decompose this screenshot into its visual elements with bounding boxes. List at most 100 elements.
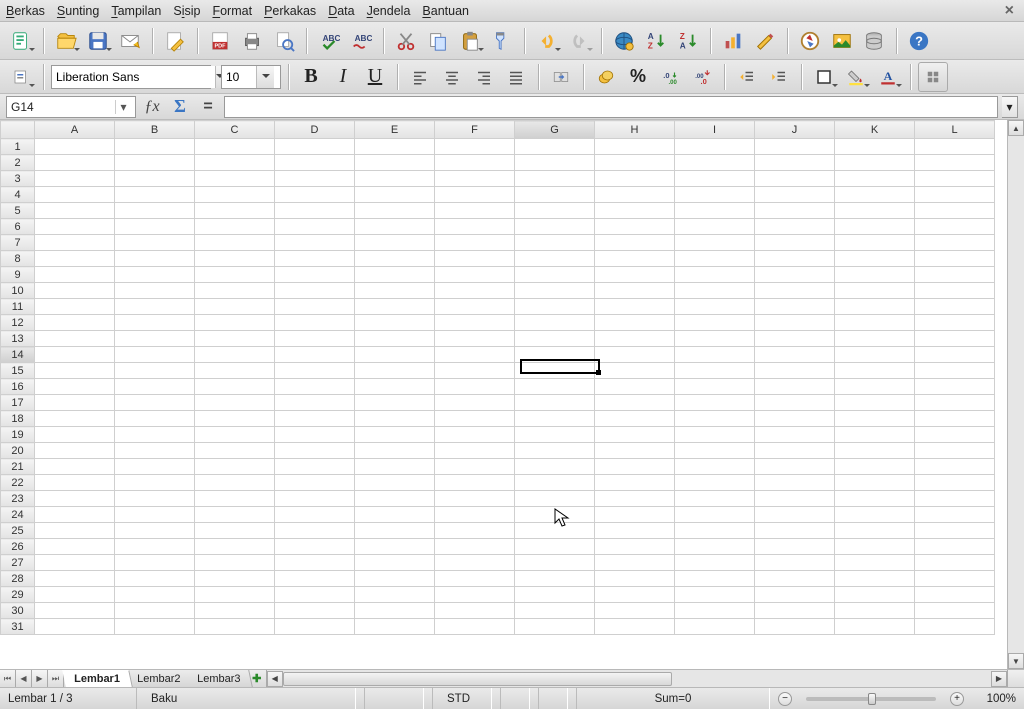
- cell[interactable]: [115, 571, 195, 587]
- cell[interactable]: [195, 507, 275, 523]
- cell[interactable]: [115, 491, 195, 507]
- zoom-slider[interactable]: [806, 697, 936, 701]
- cell[interactable]: [595, 571, 675, 587]
- cell[interactable]: [435, 363, 515, 379]
- cell[interactable]: [915, 139, 995, 155]
- cell[interactable]: [115, 299, 195, 315]
- row-header[interactable]: 8: [1, 251, 35, 267]
- cell[interactable]: [515, 155, 595, 171]
- cell[interactable]: [915, 603, 995, 619]
- cell[interactable]: [515, 619, 595, 635]
- cell[interactable]: [355, 267, 435, 283]
- zoom-slider-knob[interactable]: [868, 693, 876, 705]
- cell[interactable]: [435, 571, 515, 587]
- font-size-combo[interactable]: [221, 65, 281, 89]
- auto-spellcheck-button[interactable]: ABC: [346, 26, 376, 56]
- row-header[interactable]: 12: [1, 315, 35, 331]
- cell[interactable]: [35, 555, 115, 571]
- cell[interactable]: [595, 539, 675, 555]
- formula-expand-button[interactable]: ▾: [1002, 96, 1018, 118]
- cell[interactable]: [595, 363, 675, 379]
- cell[interactable]: [755, 155, 835, 171]
- cell[interactable]: [435, 619, 515, 635]
- cell[interactable]: [675, 315, 755, 331]
- cell[interactable]: [275, 171, 355, 187]
- cell[interactable]: [915, 219, 995, 235]
- cell[interactable]: [835, 427, 915, 443]
- cell[interactable]: [275, 155, 355, 171]
- cell[interactable]: [195, 475, 275, 491]
- cell[interactable]: [195, 555, 275, 571]
- cell[interactable]: [435, 331, 515, 347]
- menu-bantuan[interactable]: Bantuan: [422, 4, 469, 18]
- cell[interactable]: [195, 603, 275, 619]
- cell[interactable]: [195, 283, 275, 299]
- cell[interactable]: [675, 443, 755, 459]
- row-header[interactable]: 22: [1, 475, 35, 491]
- cell[interactable]: [915, 539, 995, 555]
- cell[interactable]: [515, 459, 595, 475]
- cell[interactable]: [675, 475, 755, 491]
- cell[interactable]: [755, 571, 835, 587]
- cell[interactable]: [515, 379, 595, 395]
- row-header[interactable]: 29: [1, 587, 35, 603]
- cell[interactable]: [515, 203, 595, 219]
- cell[interactable]: [35, 523, 115, 539]
- column-header[interactable]: B: [115, 121, 195, 139]
- cell[interactable]: [835, 155, 915, 171]
- underline-button[interactable]: U: [360, 62, 390, 92]
- cell[interactable]: [755, 427, 835, 443]
- cell[interactable]: [755, 299, 835, 315]
- cell[interactable]: [275, 347, 355, 363]
- cell[interactable]: [675, 459, 755, 475]
- cell[interactable]: [355, 507, 435, 523]
- cell[interactable]: [115, 203, 195, 219]
- cell[interactable]: [595, 347, 675, 363]
- scroll-up-button[interactable]: ▲: [1008, 120, 1024, 136]
- cell[interactable]: [675, 587, 755, 603]
- row-header[interactable]: 25: [1, 523, 35, 539]
- cell[interactable]: [195, 363, 275, 379]
- cell[interactable]: [355, 587, 435, 603]
- cell[interactable]: [835, 459, 915, 475]
- cell[interactable]: [435, 315, 515, 331]
- cell[interactable]: [915, 363, 995, 379]
- cell[interactable]: [915, 315, 995, 331]
- cell[interactable]: [515, 219, 595, 235]
- cell[interactable]: [195, 587, 275, 603]
- grid-viewport[interactable]: ABCDEFGHIJKL1234567891011121314151617181…: [0, 120, 1007, 669]
- spellcheck-button[interactable]: ABC: [314, 26, 344, 56]
- cell[interactable]: [595, 443, 675, 459]
- cell[interactable]: [115, 523, 195, 539]
- cell[interactable]: [195, 187, 275, 203]
- zoom-percent-label[interactable]: 100%: [972, 693, 1016, 705]
- undo-button[interactable]: [532, 26, 562, 56]
- cell[interactable]: [35, 267, 115, 283]
- cell[interactable]: [675, 507, 755, 523]
- cell[interactable]: [835, 219, 915, 235]
- cell[interactable]: [435, 523, 515, 539]
- cell[interactable]: [595, 315, 675, 331]
- cell[interactable]: [675, 235, 755, 251]
- row-header[interactable]: 4: [1, 187, 35, 203]
- cell[interactable]: [755, 603, 835, 619]
- cell[interactable]: [675, 219, 755, 235]
- cell[interactable]: [755, 171, 835, 187]
- cell[interactable]: [35, 475, 115, 491]
- cell[interactable]: [595, 331, 675, 347]
- format-paintbrush-button[interactable]: [487, 26, 517, 56]
- cell[interactable]: [755, 555, 835, 571]
- cell[interactable]: [675, 187, 755, 203]
- cell[interactable]: [355, 219, 435, 235]
- cell[interactable]: [835, 603, 915, 619]
- cell[interactable]: [355, 443, 435, 459]
- scroll-right-button[interactable]: ▶: [991, 671, 1007, 687]
- cell[interactable]: [35, 395, 115, 411]
- cell[interactable]: [675, 331, 755, 347]
- cell[interactable]: [835, 171, 915, 187]
- cell[interactable]: [915, 587, 995, 603]
- cell[interactable]: [835, 139, 915, 155]
- cell[interactable]: [515, 507, 595, 523]
- cell[interactable]: [515, 539, 595, 555]
- cell[interactable]: [515, 139, 595, 155]
